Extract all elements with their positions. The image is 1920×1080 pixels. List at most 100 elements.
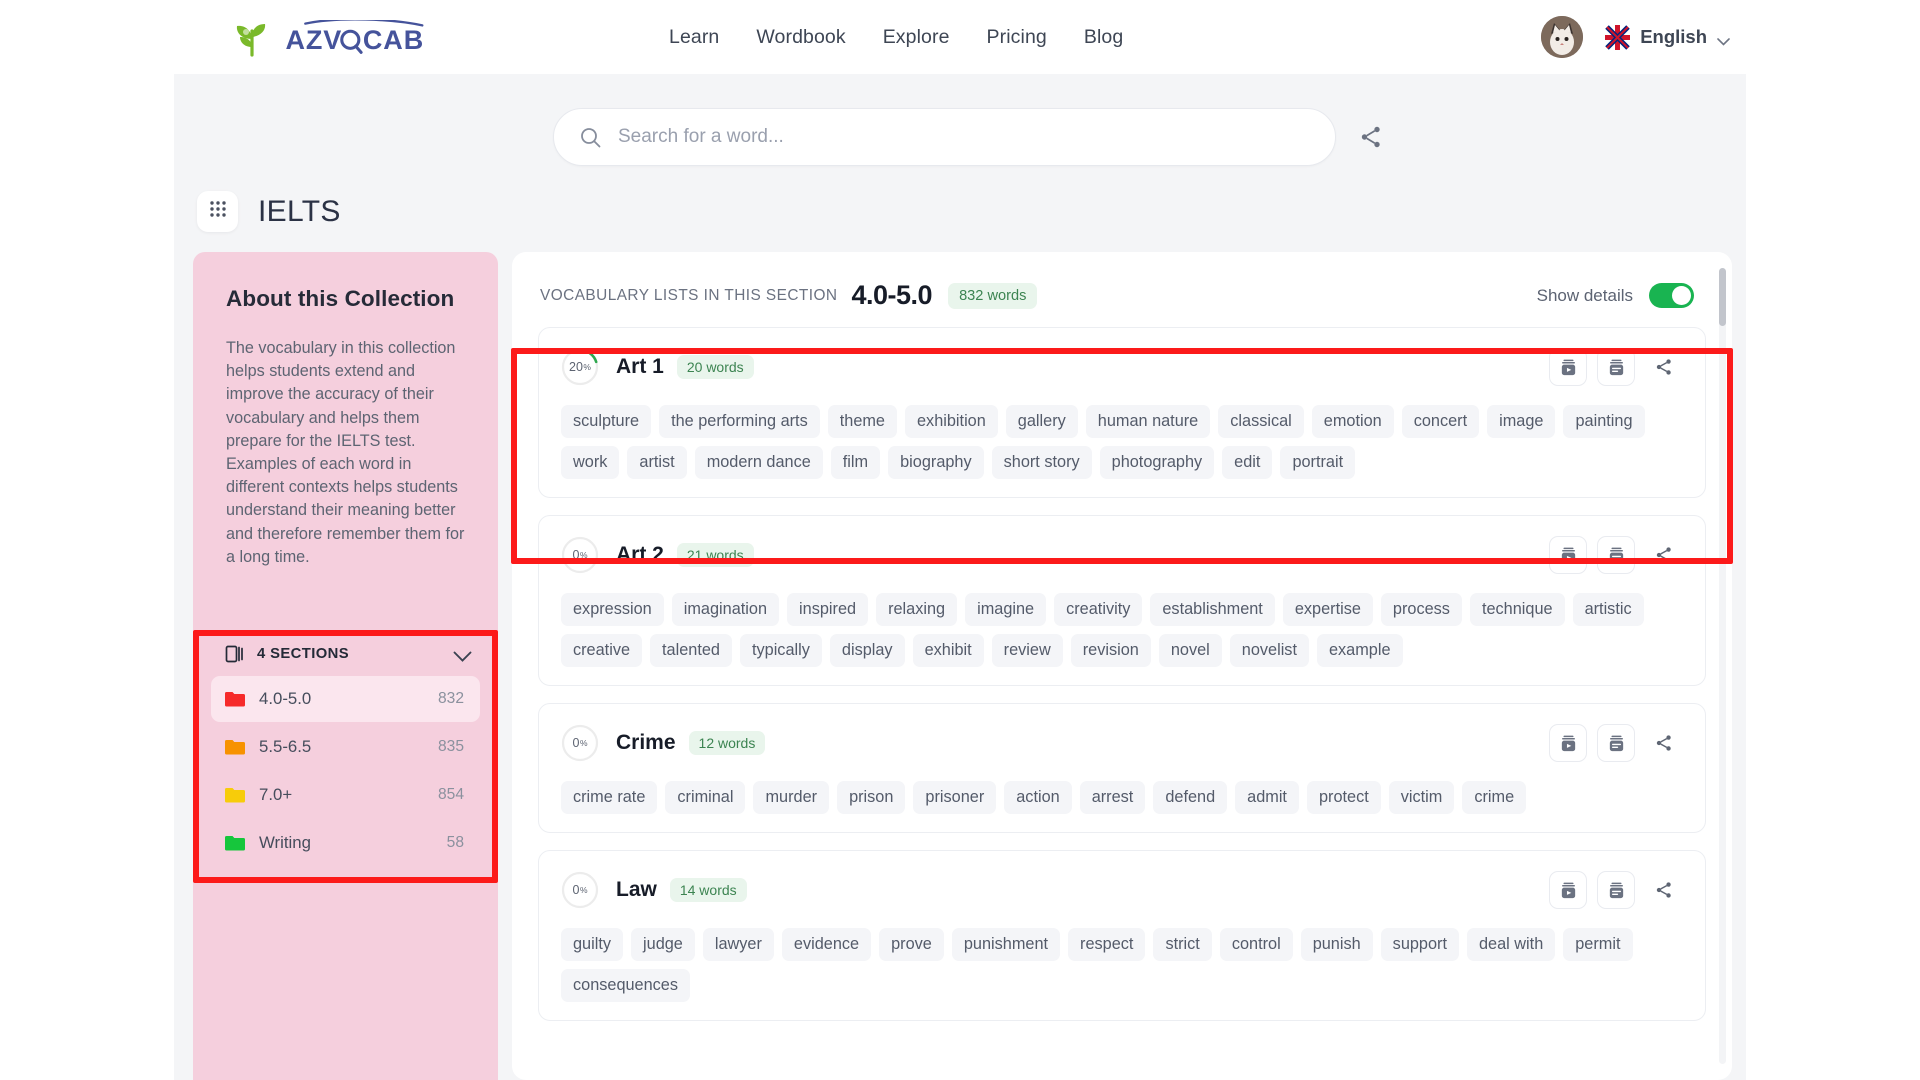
sidebar-item-5-5-6-5[interactable]: 5.5-6.5 835: [211, 724, 480, 770]
word-chip[interactable]: guilty: [561, 928, 624, 961]
word-chip[interactable]: revision: [1070, 634, 1151, 667]
avatar[interactable]: [1541, 16, 1584, 58]
word-chip[interactable]: gallery: [1005, 405, 1078, 438]
word-chip[interactable]: imagination: [671, 593, 780, 626]
word-chip[interactable]: defend: [1153, 781, 1228, 814]
word-chip[interactable]: novel: [1158, 634, 1222, 667]
word-chip[interactable]: creative: [561, 634, 643, 667]
word-chip[interactable]: classical: [1218, 405, 1304, 438]
nav-item-wordbook[interactable]: Wordbook: [756, 26, 845, 49]
share-icon[interactable]: [1645, 871, 1683, 909]
word-chip[interactable]: establishment: [1150, 593, 1275, 626]
video-lesson-button[interactable]: [1549, 348, 1587, 386]
main-scrollbar-thumb[interactable]: [1719, 268, 1726, 326]
word-chip[interactable]: example: [1316, 634, 1403, 667]
word-chip[interactable]: imagine: [965, 593, 1047, 626]
word-chip[interactable]: technique: [1469, 593, 1565, 626]
nav-item-blog[interactable]: Blog: [1084, 26, 1123, 49]
word-chip[interactable]: work: [561, 446, 620, 479]
nav-item-explore[interactable]: Explore: [883, 26, 950, 49]
word-chip[interactable]: portrait: [1280, 446, 1356, 479]
word-chip[interactable]: protect: [1306, 781, 1381, 814]
word-chip[interactable]: modern dance: [694, 446, 823, 479]
word-chip[interactable]: typically: [739, 634, 822, 667]
word-chip[interactable]: exhibition: [905, 405, 998, 438]
show-details-toggle[interactable]: [1649, 283, 1694, 308]
word-chip[interactable]: process: [1380, 593, 1462, 626]
word-chip[interactable]: deal with: [1466, 928, 1556, 961]
main-scrollbar-track[interactable]: [1719, 268, 1726, 1064]
word-chip[interactable]: artist: [627, 446, 687, 479]
word-chip[interactable]: punishment: [951, 928, 1061, 961]
word-chip[interactable]: expertise: [1282, 593, 1373, 626]
word-chip[interactable]: consequences: [561, 969, 691, 1002]
flashcards-button[interactable]: [1597, 536, 1635, 574]
word-chip[interactable]: relaxing: [876, 593, 958, 626]
word-chip[interactable]: concert: [1401, 405, 1480, 438]
word-chip[interactable]: prison: [837, 781, 906, 814]
word-chip[interactable]: punish: [1300, 928, 1373, 961]
flashcards-button[interactable]: [1597, 724, 1635, 762]
word-chip[interactable]: judge: [631, 928, 695, 961]
word-chip[interactable]: human nature: [1085, 405, 1211, 438]
flashcards-button[interactable]: [1597, 348, 1635, 386]
word-chip[interactable]: painting: [1563, 405, 1645, 438]
word-chip[interactable]: creativity: [1054, 593, 1143, 626]
grid-menu-button[interactable]: [197, 191, 238, 232]
word-chip[interactable]: action: [1004, 781, 1072, 814]
word-chip[interactable]: admit: [1235, 781, 1299, 814]
share-icon[interactable]: [1645, 536, 1683, 574]
word-chip[interactable]: victim: [1388, 781, 1455, 814]
word-chip[interactable]: novelist: [1229, 634, 1309, 667]
share-icon[interactable]: [1645, 724, 1683, 762]
sidebar-item-4-0-5-0[interactable]: 4.0-5.0 832: [211, 676, 480, 722]
share-icon[interactable]: [1358, 124, 1384, 150]
word-chip[interactable]: murder: [753, 781, 830, 814]
search-box[interactable]: [553, 108, 1336, 166]
sidebar-item-writing[interactable]: Writing 58: [211, 820, 480, 866]
word-chip[interactable]: permit: [1563, 928, 1633, 961]
word-chip[interactable]: artistic: [1572, 593, 1644, 626]
word-chip[interactable]: strict: [1153, 928, 1212, 961]
word-chip[interactable]: prisoner: [913, 781, 997, 814]
word-chip[interactable]: support: [1380, 928, 1459, 961]
word-chip[interactable]: control: [1219, 928, 1293, 961]
flashcards-button[interactable]: [1597, 871, 1635, 909]
word-chip[interactable]: talented: [650, 634, 732, 667]
word-chip[interactable]: display: [829, 634, 905, 667]
word-chip[interactable]: photography: [1099, 446, 1215, 479]
word-chip[interactable]: short story: [991, 446, 1092, 479]
word-chip[interactable]: crime: [1462, 781, 1527, 814]
word-chip[interactable]: arrest: [1079, 781, 1146, 814]
word-chip[interactable]: lawyer: [702, 928, 774, 961]
word-chip[interactable]: criminal: [665, 781, 746, 814]
video-lesson-button[interactable]: [1549, 871, 1587, 909]
word-chip[interactable]: theme: [827, 405, 897, 438]
word-chip[interactable]: emotion: [1311, 405, 1394, 438]
chevron-down-icon[interactable]: [453, 649, 472, 662]
word-chip[interactable]: expression: [561, 593, 664, 626]
word-chip[interactable]: prove: [879, 928, 944, 961]
word-chip[interactable]: biography: [888, 446, 984, 479]
word-chip[interactable]: film: [830, 446, 881, 479]
share-icon[interactable]: [1645, 348, 1683, 386]
logo[interactable]: AZV CAB: [230, 17, 464, 57]
nav-item-pricing[interactable]: Pricing: [987, 26, 1047, 49]
word-chip[interactable]: edit: [1222, 446, 1273, 479]
word-chip[interactable]: exhibit: [912, 634, 984, 667]
word-chip[interactable]: inspired: [787, 593, 869, 626]
search-input[interactable]: [618, 126, 1309, 148]
word-chip[interactable]: review: [991, 634, 1063, 667]
word-chip[interactable]: the performing arts: [659, 405, 820, 438]
video-lesson-button[interactable]: [1549, 724, 1587, 762]
word-chip[interactable]: image: [1487, 405, 1556, 438]
language-selector[interactable]: English: [1605, 24, 1730, 50]
word-chip[interactable]: sculpture: [561, 405, 652, 438]
word-chip[interactable]: evidence: [781, 928, 872, 961]
word-chip[interactable]: crime rate: [561, 781, 658, 814]
sections-header[interactable]: 4 SECTIONS: [205, 634, 486, 674]
video-lesson-button[interactable]: [1549, 536, 1587, 574]
word-chip[interactable]: respect: [1068, 928, 1146, 961]
nav-item-learn[interactable]: Learn: [669, 26, 719, 49]
sidebar-item-7-0-plus[interactable]: 7.0+ 854: [211, 772, 480, 818]
